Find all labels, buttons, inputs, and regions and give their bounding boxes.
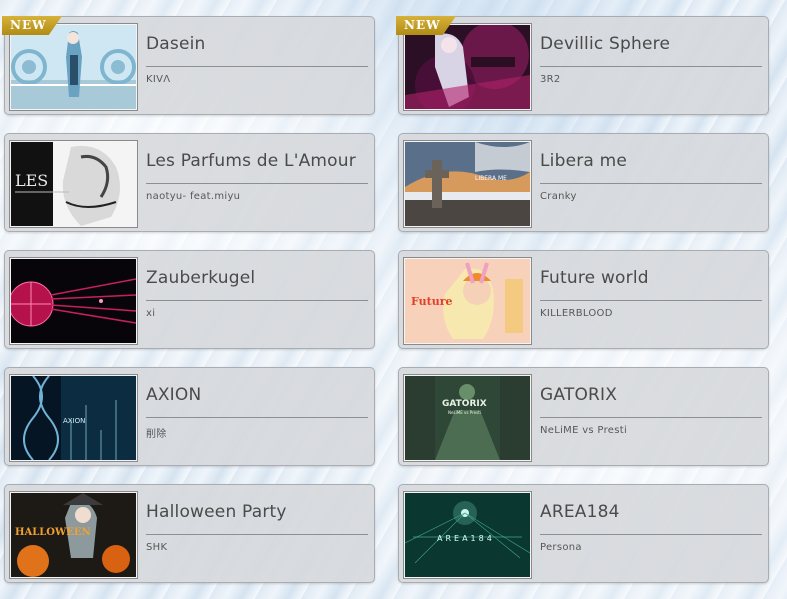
song-jacket: LES	[9, 140, 138, 228]
divider	[146, 300, 368, 301]
song-jacket: Future	[403, 257, 532, 345]
song-artist: xi	[146, 308, 156, 319]
song-title: Zauberkugel	[146, 268, 256, 288]
song-artist: 3R2	[540, 74, 561, 85]
song-title: Devillic Sphere	[540, 34, 671, 54]
song-card[interactable]: LIBERA ME Libera me Cranky	[398, 133, 769, 232]
song-title: AXION	[146, 385, 202, 405]
jacket-text: GATORIX	[442, 399, 487, 409]
song-card[interactable]: GATORIX NeLiME vs Presti GATORIX NeLiME …	[398, 367, 769, 466]
song-jacket: LIBERA ME	[403, 140, 532, 228]
song-jacket: GATORIX NeLiME vs Presti	[403, 374, 532, 462]
divider	[540, 66, 762, 67]
jacket-text: LES	[15, 171, 48, 190]
song-card[interactable]: LES Les Parfums de L'Amour naotyu- feat.…	[4, 133, 375, 232]
song-title: GATORIX	[540, 385, 618, 405]
divider	[540, 534, 762, 535]
song-jacket	[9, 257, 138, 345]
song-jacket: AREA184	[403, 491, 532, 579]
divider	[540, 300, 762, 301]
song-artist: NeLiME vs Presti	[540, 425, 628, 436]
song-card[interactable]: Zauberkugel xi	[4, 250, 375, 349]
song-title: Future world	[540, 268, 649, 288]
song-card[interactable]: AREA184 AREA184 Persona	[398, 484, 769, 583]
song-title: Dasein	[146, 34, 206, 54]
song-title: Halloween Party	[146, 502, 287, 522]
song-card[interactable]: Future Future world KILLERBLOOD	[398, 250, 769, 349]
divider	[146, 66, 368, 67]
song-artist: Cranky	[540, 191, 577, 202]
song-title: Libera me	[540, 151, 628, 171]
divider	[540, 417, 762, 418]
song-list: Dasein KIVΛ NEW Devillic Sphere 3R2 NEW	[0, 0, 787, 599]
divider	[146, 183, 368, 184]
jacket-text: AXION	[63, 417, 85, 425]
jacket-text: Future	[411, 295, 453, 308]
song-artist: SHK	[146, 542, 168, 553]
song-jacket: HALLOWEEN	[9, 491, 138, 579]
song-artist: KIVΛ	[146, 74, 171, 85]
song-title: Les Parfums de L'Amour	[146, 151, 356, 171]
song-card[interactable]: Dasein KIVΛ NEW	[2, 16, 375, 115]
song-card[interactable]: HALLOWEEN Halloween Party SHK	[4, 484, 375, 583]
jacket-text: HALLOWEEN	[15, 527, 91, 538]
song-artist: 削除	[146, 429, 167, 440]
divider	[540, 183, 762, 184]
song-artist: KILLERBLOOD	[540, 308, 613, 319]
song-jacket	[403, 23, 532, 111]
divider	[146, 534, 368, 535]
song-artist: Persona	[540, 542, 582, 553]
jacket-text: LIBERA ME	[475, 175, 507, 182]
song-title: AREA184	[540, 502, 620, 522]
song-jacket: AXION	[9, 374, 138, 462]
song-artist: naotyu- feat.miyu	[146, 191, 241, 202]
jacket-text: AREA184	[437, 534, 495, 543]
song-card[interactable]: AXION AXION 削除	[4, 367, 375, 466]
song-jacket	[9, 23, 138, 111]
song-card[interactable]: Devillic Sphere 3R2 NEW	[396, 16, 769, 115]
jacket-text: NeLiME vs Presti	[448, 410, 481, 415]
divider	[146, 417, 368, 418]
